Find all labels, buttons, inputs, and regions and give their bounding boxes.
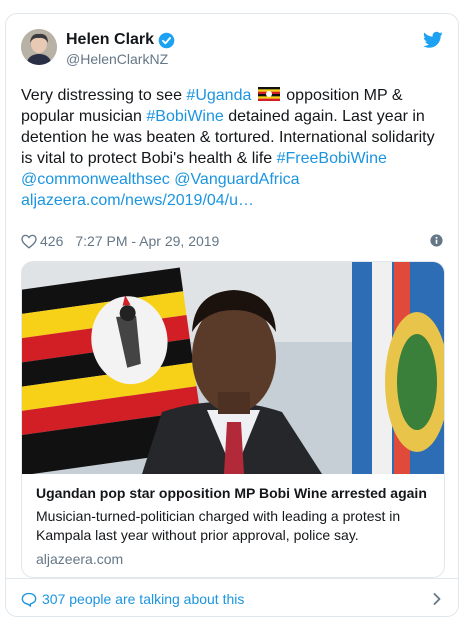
tweet-link[interactable]: #BobiWine	[146, 108, 223, 125]
talking-about-link[interactable]: 307 people are talking about this	[42, 591, 244, 607]
link-preview-image	[22, 262, 444, 474]
avatar[interactable]	[21, 29, 57, 65]
tweet-meta: 426 7:27 PM - Apr 29, 2019	[21, 231, 443, 251]
footer-divider	[6, 578, 458, 579]
tweet-link[interactable]: aljazeera.com/news/2019/04/u…	[21, 192, 254, 209]
link-preview-domain: aljazeera.com	[36, 551, 124, 567]
info-icon[interactable]	[430, 234, 443, 247]
tweet-header: Helen Clark @HelenClarkNZ	[21, 29, 443, 69]
tweet-embed-card: Helen Clark @HelenClarkNZ Very distressi…	[5, 13, 459, 617]
tweet-link[interactable]: @commonwealthsec	[21, 171, 170, 188]
tweet-text: Very distressing to see #Uganda oppositi…	[21, 85, 446, 211]
tweet-text-segment	[251, 87, 255, 104]
link-preview-card[interactable]: Ugandan pop star opposition MP Bobi Wine…	[21, 261, 445, 578]
uganda-flag-icon	[257, 87, 280, 101]
link-preview-title[interactable]: Ugandan pop star opposition MP Bobi Wine…	[36, 484, 436, 503]
tweet-text-segment: Very distressing to see	[21, 87, 187, 104]
tweet-timestamp[interactable]: 7:27 PM - Apr 29, 2019	[75, 233, 219, 249]
avatar-image	[21, 29, 57, 65]
tweet-link[interactable]: #FreeBobiWine	[277, 150, 387, 167]
chevron-right-icon[interactable]	[433, 593, 441, 605]
tweet-footer[interactable]: 307 people are talking about this	[21, 587, 443, 611]
tweet-link[interactable]: #Uganda	[186, 87, 251, 104]
twitter-bird-icon[interactable]	[423, 31, 443, 49]
like-count[interactable]: 426	[40, 233, 63, 249]
link-preview-description: Musician-turned-politician charged with …	[36, 508, 401, 543]
author-handle[interactable]: @HelenClarkNZ	[66, 51, 175, 67]
verified-badge-icon	[158, 32, 175, 48]
link-preview-text: Ugandan pop star opposition MP Bobi Wine…	[36, 484, 436, 567]
heart-icon[interactable]	[21, 234, 37, 249]
author-names: Helen Clark @HelenClarkNZ	[66, 31, 175, 67]
tweet-link[interactable]: @VanguardAfrica	[174, 171, 299, 188]
reply-bubble-icon	[21, 592, 37, 607]
author-display-name[interactable]: Helen Clark	[66, 31, 154, 49]
